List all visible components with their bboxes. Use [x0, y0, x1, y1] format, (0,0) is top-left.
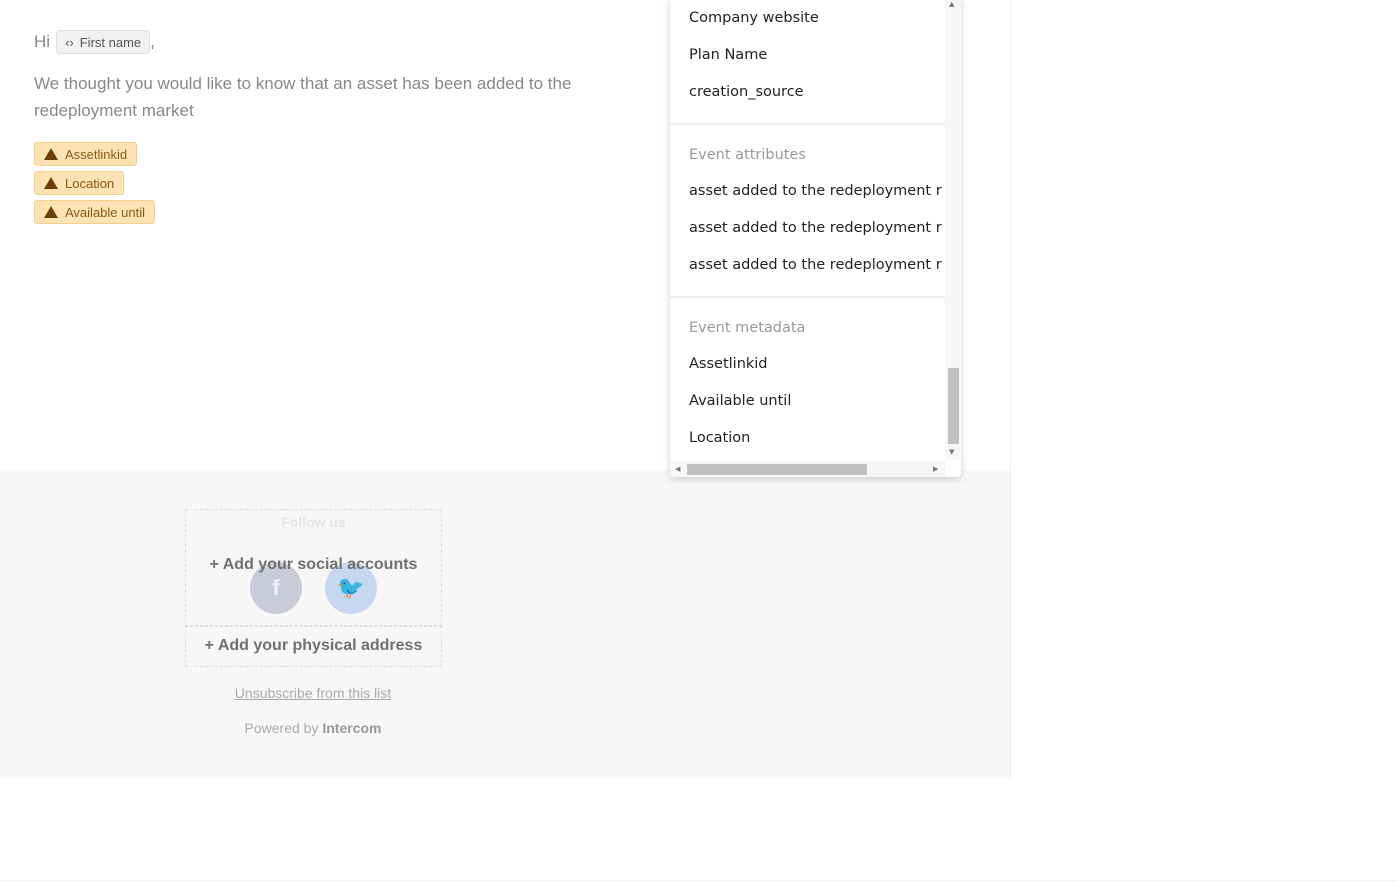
- section-header: Event metadata: [689, 320, 806, 336]
- horizontal-scrollbar[interactable]: ◀ ▶: [670, 461, 945, 477]
- scroll-left-arrow-icon[interactable]: ◀: [675, 465, 680, 473]
- email-footer: Follow us f 🐦 + Add your social accounts…: [0, 470, 1010, 778]
- dropdown-item[interactable]: Company website: [670, 0, 945, 37]
- variable-tag-available-until[interactable]: Available until: [34, 200, 155, 224]
- code-brackets-icon: ‹›: [65, 34, 74, 50]
- social-accounts-block[interactable]: Follow us f 🐦 + Add your social accounts: [185, 509, 442, 627]
- vertical-scroll-thumb[interactable]: [948, 368, 959, 444]
- section-event-attributes: Event attributes asset added to the rede…: [670, 123, 945, 284]
- brand-name: Intercom: [322, 720, 382, 736]
- dropdown-item[interactable]: Available until: [670, 383, 945, 420]
- greeting-line: Hi ‹› First name ,: [34, 30, 155, 54]
- follow-us-label: Follow us: [281, 514, 346, 530]
- section-header: Event attributes: [689, 147, 806, 163]
- first-name-variable-chip[interactable]: ‹› First name: [56, 30, 151, 54]
- variable-list: Company website Plan Name creation_sourc…: [670, 0, 945, 460]
- section-event-metadata: Event metadata Assetlinkid Available unt…: [670, 296, 945, 457]
- tag-label: Location: [65, 175, 115, 191]
- add-social-accounts-button[interactable]: + Add your social accounts: [186, 556, 441, 574]
- powered-by-text: Powered by: [244, 720, 319, 736]
- dropdown-item[interactable]: creation_source: [670, 74, 945, 111]
- scroll-right-arrow-icon[interactable]: ▶: [933, 465, 938, 473]
- dropdown-item[interactable]: asset added to the redeployment r: [670, 173, 945, 210]
- divider: [0, 880, 1398, 881]
- dropdown-item[interactable]: Assetlinkid: [670, 346, 945, 383]
- greeting-text: Hi: [34, 32, 51, 51]
- warning-icon: [44, 177, 58, 189]
- dropdown-item[interactable]: Location: [670, 420, 945, 457]
- vertical-scrollbar[interactable]: ▲ ▼: [945, 0, 961, 460]
- warning-icon: [44, 148, 58, 160]
- add-physical-address-button[interactable]: + Add your physical address: [185, 625, 442, 667]
- comma: ,: [150, 32, 155, 51]
- dropdown-item[interactable]: asset added to the redeployment r: [670, 247, 945, 284]
- dropdown-item[interactable]: Plan Name: [670, 37, 945, 74]
- unsubscribe-link[interactable]: Unsubscribe from this list: [0, 685, 626, 701]
- horizontal-scroll-thumb[interactable]: [687, 464, 867, 475]
- variable-tags: Assetlinkid Location Available until: [34, 142, 155, 224]
- email-body[interactable]: We thought you would like to know that a…: [34, 70, 614, 124]
- variable-tag-location[interactable]: Location: [34, 171, 125, 195]
- scroll-up-arrow-icon[interactable]: ▲: [949, 0, 954, 8]
- dropdown-item[interactable]: asset added to the redeployment r: [670, 210, 945, 247]
- warning-icon: [44, 206, 58, 218]
- chip-label: First name: [79, 34, 142, 50]
- scroll-down-arrow-icon[interactable]: ▼: [949, 448, 954, 456]
- tag-label: Assetlinkid: [65, 146, 128, 162]
- variable-tag-assetlinkid[interactable]: Assetlinkid: [34, 142, 138, 166]
- powered-by: Powered by Intercom: [0, 720, 626, 736]
- variable-dropdown: Company website Plan Name creation_sourc…: [670, 0, 961, 477]
- tag-label: Available until: [65, 204, 145, 220]
